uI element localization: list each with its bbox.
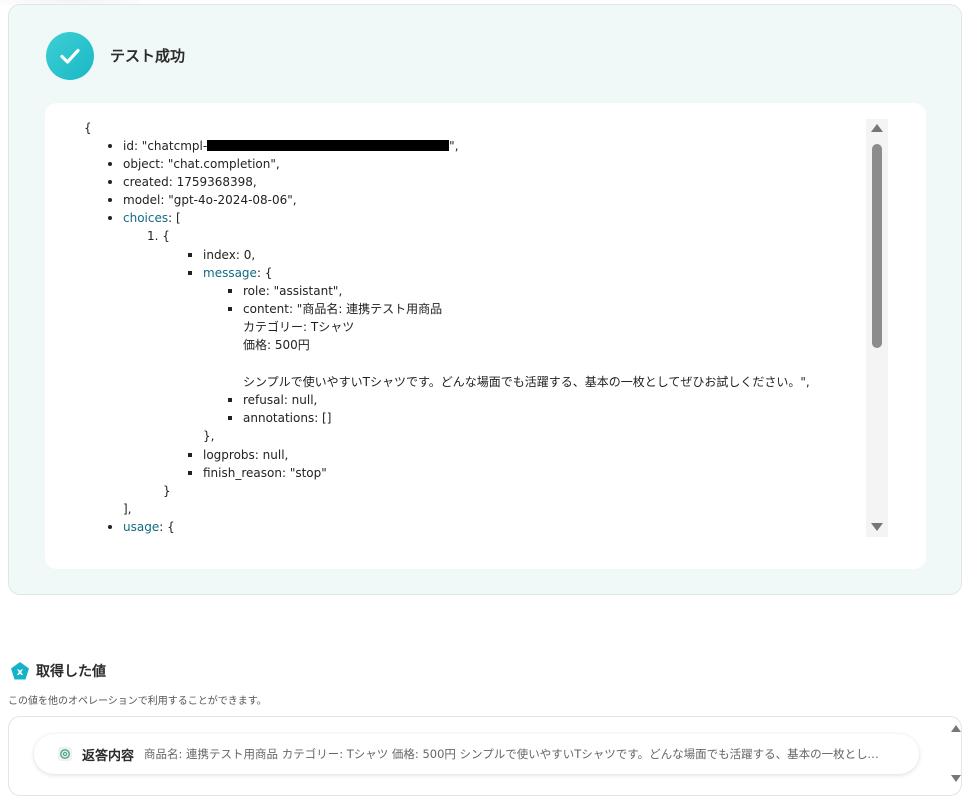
json-scrollbar[interactable] xyxy=(866,119,888,537)
json-object: object: "chat.completion", xyxy=(123,157,280,171)
json-logprobs: logprobs: null, xyxy=(203,448,289,462)
retrieved-values-title: 取得した値 xyxy=(36,664,106,680)
json-model: model: "gpt-4o-2024-08-06", xyxy=(123,193,297,207)
json-choices: choices: [ xyxy=(123,211,181,225)
scroll-down-arrow-icon[interactable] xyxy=(871,523,883,531)
scroll-up-arrow-icon[interactable] xyxy=(871,124,883,132)
retrieved-values-description: この値を他のオペレーションで利用することができます。 xyxy=(8,696,267,707)
bullet xyxy=(108,144,112,148)
json-created: created: 1759368398, xyxy=(123,175,257,189)
json-usage: usage: { xyxy=(123,520,175,534)
json-open-brace: { xyxy=(84,121,92,135)
json-choice-item: 1. { xyxy=(147,229,170,243)
variable-icon: x xyxy=(10,661,30,681)
square-bullet xyxy=(188,453,192,457)
json-content-line-4: シンプルで使いやすいTシャツです。どんな場面でも活躍する、基本の一枚としてぜひお… xyxy=(243,375,810,389)
redacted-block xyxy=(207,140,450,151)
json-message: message: { xyxy=(203,266,273,280)
bullet xyxy=(108,180,112,184)
json-response-panel: { id: "chatcmpl- ", object: "chat.complet… xyxy=(45,103,926,569)
json-content-line-1: content: "商品名: 連携テスト用商品 xyxy=(243,302,443,316)
value-chip-label: 返答内容 xyxy=(82,748,135,764)
square-bullet xyxy=(228,307,232,311)
openai-icon xyxy=(58,747,72,761)
json-role: role: "assistant", xyxy=(243,284,343,298)
square-bullet xyxy=(228,398,232,402)
test-result-card: テスト成功 { id: "chatcmpl- ", object: "chat.c… xyxy=(8,4,962,595)
choices-key-link[interactable]: choices xyxy=(123,211,168,225)
scroll-up-arrow-icon[interactable] xyxy=(951,725,961,732)
json-content-line-3: 価格: 500円 xyxy=(243,338,310,352)
json-content-line-2: カテゴリー: Tシャツ xyxy=(243,320,355,334)
json-message-close: }, xyxy=(203,429,215,443)
square-bullet xyxy=(188,271,192,275)
json-index: index: 0, xyxy=(203,248,256,262)
square-bullet xyxy=(188,471,192,475)
square-bullet xyxy=(188,253,192,257)
test-success-title: テスト成功 xyxy=(110,47,186,65)
message-key-link[interactable]: message xyxy=(203,266,257,280)
retrieved-values-list: 返答内容 商品名: 連携テスト用商品 カテゴリー: Tシャツ 価格: 500円 … xyxy=(8,716,962,796)
usage-key-link[interactable]: usage xyxy=(123,520,159,534)
json-annotations: annotations: [] xyxy=(243,411,332,425)
square-bullet xyxy=(228,416,232,420)
bullet xyxy=(108,525,112,529)
value-chip-value: 商品名: 連携テスト用商品 カテゴリー: Tシャツ 価格: 500円 シンプルで… xyxy=(144,747,886,761)
scroll-down-arrow-icon[interactable] xyxy=(951,775,961,782)
square-bullet xyxy=(228,289,232,293)
json-choices-close: ], xyxy=(123,502,132,516)
value-chip-response[interactable]: 返答内容 商品名: 連携テスト用商品 カテゴリー: Tシャツ 価格: 500円 … xyxy=(34,734,919,774)
json-tree[interactable]: { id: "chatcmpl- ", object: "chat.complet… xyxy=(45,119,867,537)
scrollbar-thumb[interactable] xyxy=(872,144,882,348)
json-item-close: } xyxy=(163,484,171,498)
json-id: id: "chatcmpl- ", xyxy=(123,139,459,153)
json-refusal: refusal: null, xyxy=(243,393,318,407)
bullet xyxy=(108,216,112,220)
bullet xyxy=(108,198,112,202)
json-finish-reason: finish_reason: "stop" xyxy=(203,466,327,480)
svg-text:x: x xyxy=(17,667,24,678)
bullet xyxy=(108,162,112,166)
check-circle-icon xyxy=(46,32,94,80)
